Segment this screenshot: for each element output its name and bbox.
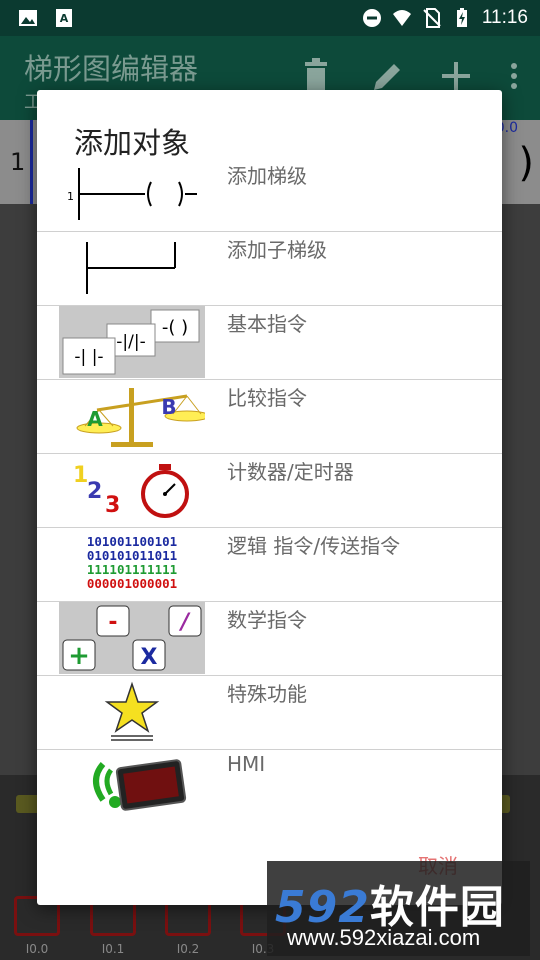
battery-charging-icon xyxy=(456,8,467,27)
hmi-display-icon xyxy=(93,759,187,811)
bit-row: 111101111111 xyxy=(87,562,177,577)
list-item-add-sub-rung[interactable]: 添加子梯级 xyxy=(37,232,502,306)
star-icon xyxy=(104,681,160,741)
list-item-counter-timer[interactable]: 1 2 3 计数器/定时器 xyxy=(37,454,502,528)
io-label: I0.0 xyxy=(25,942,49,956)
do-not-disturb-icon xyxy=(362,9,381,27)
item-label: HMI xyxy=(227,752,266,776)
item-label: 数学指令 xyxy=(227,608,307,632)
rung-number: 1 xyxy=(10,148,26,176)
plus-symbol: + xyxy=(68,641,90,671)
status-bar: A 11:16 xyxy=(0,0,540,36)
list-item-math[interactable]: - / + X 数学指令 xyxy=(37,602,502,676)
digit-3: 3 xyxy=(105,493,120,518)
coil-end: ) xyxy=(518,140,534,186)
item-label: 计数器/定时器 xyxy=(227,460,354,484)
text-icon: A xyxy=(56,9,72,27)
bit-row: 010101011011 xyxy=(87,548,177,563)
counter-timer-icon: 1 2 3 xyxy=(73,463,189,518)
no-sim-icon xyxy=(423,8,441,28)
compare-a: A xyxy=(87,407,103,431)
list-item-basic-instructions[interactable]: -( ) -|/|- -| |- 基本指令 xyxy=(37,306,502,380)
bit-row: 101001100101 xyxy=(87,534,177,549)
io-label: I0.2 xyxy=(176,942,200,956)
list-item-compare[interactable]: A B 比较指令 xyxy=(37,380,502,454)
list-item-add-rung[interactable]: 1 添加梯级 xyxy=(37,158,502,232)
image-icon xyxy=(19,10,37,26)
compare-b: B xyxy=(161,395,176,419)
ladder-rung-number: 1 xyxy=(67,190,74,203)
wifi-icon xyxy=(392,10,411,26)
multiply-symbol: X xyxy=(141,645,158,670)
more-vert-icon[interactable] xyxy=(506,56,522,96)
ladder-rung-icon: 1 xyxy=(67,168,197,220)
nc-contact-symbol: -|/|- xyxy=(116,332,145,352)
item-label: 基本指令 xyxy=(227,312,307,336)
digit-2: 2 xyxy=(87,479,102,504)
add-object-dialog: 添加对象 1 添加梯级 添加子梯级 -( ) -|/|- -| |- 基本指令 … xyxy=(37,90,502,905)
item-label: 逻辑 指令/传送指令 xyxy=(227,534,401,558)
basic-instructions-icon: -( ) -|/|- -| |- xyxy=(59,306,205,378)
clock: 11:16 xyxy=(481,7,528,28)
io-label: I0.1 xyxy=(101,942,125,956)
minus-symbol: - xyxy=(108,610,117,635)
list-item-hmi[interactable]: HMI xyxy=(37,750,502,824)
watermark: 592软件园 www.592xiazai.com xyxy=(267,861,530,956)
dialog-title: 添加对象 xyxy=(74,126,191,160)
item-label: 特殊功能 xyxy=(227,682,307,706)
logic-transfer-icon: 101001100101 010101011011 111101111111 0… xyxy=(87,534,177,591)
list-item-special-functions[interactable]: 特殊功能 xyxy=(37,676,502,750)
item-label: 比较指令 xyxy=(227,386,307,410)
compare-balance-icon: A B xyxy=(76,388,205,447)
item-label: 添加子梯级 xyxy=(227,238,327,262)
left-power-rail xyxy=(30,120,33,204)
svg-text:A: A xyxy=(60,12,69,25)
item-label: 添加梯级 xyxy=(227,164,307,188)
list-item-logic-transfer[interactable]: 101001100101 010101011011 111101111111 0… xyxy=(37,528,502,602)
sub-rung-icon xyxy=(86,242,176,294)
no-contact-symbol: -| |- xyxy=(74,347,103,367)
watermark-url: www.592xiazai.com xyxy=(287,925,481,950)
bit-row: 000001000001 xyxy=(87,576,177,591)
coil-symbol: -( ) xyxy=(162,317,188,338)
app-title: 梯形图编辑器 xyxy=(24,52,199,86)
math-instructions-icon: - / + X xyxy=(59,602,205,674)
